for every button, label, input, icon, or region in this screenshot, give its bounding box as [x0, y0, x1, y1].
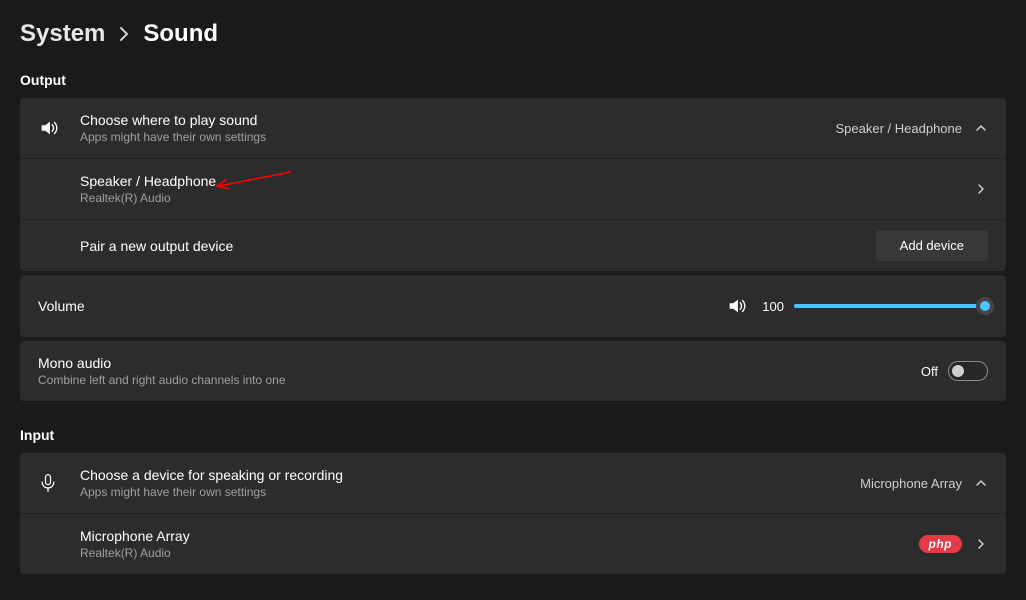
input-panel: Choose a device for speaking or recordin…	[20, 453, 1006, 574]
volume-slider[interactable]	[794, 304, 988, 308]
input-device-name: Microphone Array	[80, 528, 919, 544]
php-badge: php	[919, 535, 963, 553]
microphone-icon	[38, 473, 80, 493]
mono-state-label: Off	[921, 364, 938, 379]
section-header-output: Output	[20, 72, 1006, 88]
output-selected-value: Speaker / Headphone	[836, 121, 962, 136]
output-header-subtitle: Apps might have their own settings	[80, 130, 836, 144]
add-device-button[interactable]: Add device	[876, 230, 988, 261]
output-header-row[interactable]: Choose where to play sound Apps might ha…	[20, 98, 1006, 159]
input-header-title: Choose a device for speaking or recordin…	[80, 467, 860, 483]
mono-toggle[interactable]	[948, 361, 988, 381]
volume-panel: Volume 100	[20, 275, 1006, 337]
chevron-up-icon	[974, 122, 988, 134]
input-device-row[interactable]: Microphone Array Realtek(R) Audio php	[20, 514, 1006, 574]
volume-row: Volume 100	[20, 275, 1006, 337]
mono-panel: Mono audio Combine left and right audio …	[20, 341, 1006, 401]
output-panel: Choose where to play sound Apps might ha…	[20, 98, 1006, 271]
mono-row[interactable]: Mono audio Combine left and right audio …	[20, 341, 1006, 401]
chevron-up-icon	[974, 477, 988, 489]
output-header-title: Choose where to play sound	[80, 112, 836, 128]
output-device-name: Speaker / Headphone	[80, 173, 974, 189]
speaker-icon	[38, 117, 80, 139]
section-header-input: Input	[20, 427, 1006, 443]
pair-output-label: Pair a new output device	[80, 238, 876, 254]
input-device-driver: Realtek(R) Audio	[80, 546, 919, 560]
toggle-knob	[952, 365, 964, 377]
speaker-loud-icon[interactable]	[726, 295, 748, 317]
mono-title: Mono audio	[38, 355, 921, 371]
volume-slider-thumb[interactable]	[976, 297, 994, 315]
input-header-row[interactable]: Choose a device for speaking or recordin…	[20, 453, 1006, 514]
breadcrumb: System Sound	[20, 20, 1006, 48]
output-device-driver: Realtek(R) Audio	[80, 191, 974, 205]
volume-slider-fill	[794, 304, 988, 308]
chevron-right-icon	[119, 27, 129, 41]
mono-subtitle: Combine left and right audio channels in…	[38, 373, 921, 387]
chevron-right-icon	[974, 538, 988, 550]
pair-output-row: Pair a new output device Add device	[20, 220, 1006, 271]
breadcrumb-current: Sound	[143, 20, 218, 48]
volume-label: Volume	[38, 298, 726, 314]
breadcrumb-parent[interactable]: System	[20, 20, 105, 48]
input-header-subtitle: Apps might have their own settings	[80, 485, 860, 499]
volume-value: 100	[758, 299, 784, 314]
output-device-row[interactable]: Speaker / Headphone Realtek(R) Audio	[20, 159, 1006, 220]
input-selected-value: Microphone Array	[860, 476, 962, 491]
chevron-right-icon	[974, 183, 988, 195]
